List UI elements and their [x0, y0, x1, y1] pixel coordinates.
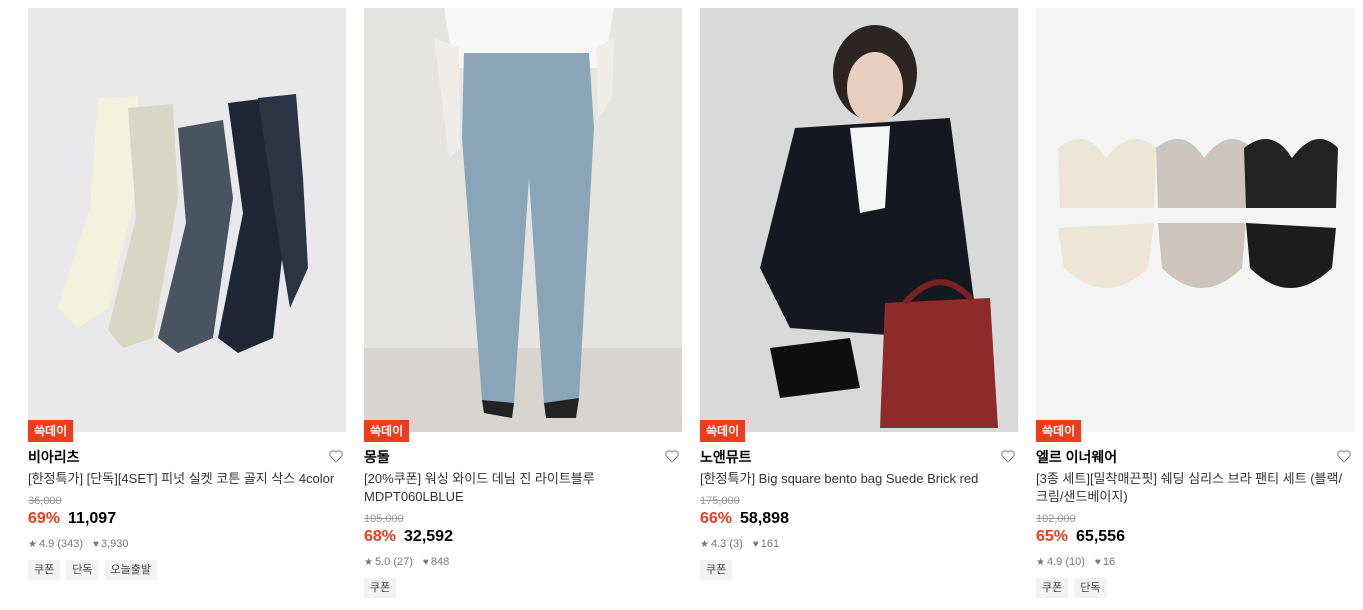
product-title[interactable]: [20%쿠폰] 워싱 와이드 데님 진 라이트블루 MDPT060LBLUE: [364, 470, 682, 506]
heart-outline-icon[interactable]: [328, 448, 344, 464]
product-card[interactable]: 쓱데이 몽돌 [20%쿠폰] 워싱 와이드 데님 진 라이트블루 MDPT060…: [364, 8, 682, 598]
heart-filled-icon: ♥: [752, 539, 759, 550]
product-card[interactable]: 쓱데이 노앤뮤트 [한정특가] Big square bento bag Sue…: [700, 8, 1018, 580]
product-card[interactable]: 쓱데이 엘르 이너웨어 [3종 세트][밀착매끈핏] 쉐딩 심리스 브라 팬티 …: [1036, 8, 1354, 598]
brand-name[interactable]: 엘르 이너웨어: [1036, 446, 1354, 468]
brand-name[interactable]: 몽돌: [364, 446, 682, 468]
tag: 오늘출발: [104, 560, 157, 580]
discount-rate: 66%: [700, 510, 733, 527]
tag-list: 쿠폰 단독 오늘출발: [28, 560, 346, 580]
tag: 쿠폰: [28, 560, 61, 580]
tag: 단독: [66, 560, 99, 580]
tag-list: 쿠폰: [700, 560, 1018, 580]
product-title[interactable]: [한정특가] [단독][4SET] 피넛 실켓 코튼 골지 삭스 4color: [28, 470, 346, 488]
heart-outline-icon[interactable]: [664, 448, 680, 464]
discount-rate: 69%: [28, 510, 61, 527]
product-title[interactable]: [3종 세트][밀착매끈핏] 쉐딩 심리스 브라 팬티 세트 (블랙/크림/샌드…: [1036, 470, 1354, 506]
bag-photo: [700, 8, 1018, 432]
sale-badge: 쓱데이: [1036, 420, 1082, 442]
original-price: 175,000: [700, 495, 740, 507]
original-price: 105,000: [364, 513, 404, 525]
discount-rate: 65%: [1036, 528, 1069, 545]
original-price: 102,000: [1036, 513, 1076, 525]
like-count: 16: [1102, 556, 1116, 568]
product-card[interactable]: 쓱데이 비아리츠 [한정특가] [단독][4SET] 피넛 실켓 코튼 골지 삭…: [28, 8, 346, 580]
like-count: 3,930: [100, 538, 129, 550]
socks-photo: [28, 8, 346, 432]
star-icon: ★: [1036, 557, 1045, 568]
brand-name[interactable]: 비아리츠: [28, 446, 346, 468]
rating: 4.3 (3): [710, 538, 743, 550]
heart-outline-icon[interactable]: [1000, 448, 1016, 464]
product-image[interactable]: [364, 8, 682, 432]
heart-filled-icon: ♥: [1094, 557, 1101, 568]
product-image[interactable]: [1036, 8, 1354, 432]
tag: 쿠폰: [1036, 578, 1069, 598]
jeans-photo: [364, 8, 682, 432]
tag: 쿠폰: [700, 560, 733, 580]
product-title[interactable]: [한정특가] Big square bento bag Suede Brick …: [700, 470, 1018, 488]
tag: 쿠폰: [364, 578, 397, 598]
star-icon: ★: [364, 557, 373, 568]
discount-rate: 68%: [364, 528, 397, 545]
brand-name[interactable]: 노앤뮤트: [700, 446, 1018, 468]
sale-badge: 쓱데이: [364, 420, 410, 442]
underwear-photo: [1036, 8, 1354, 432]
heart-filled-icon: ♥: [93, 539, 99, 550]
sale-badge: 쓱데이: [28, 420, 74, 442]
tag-list: 쿠폰: [364, 578, 682, 598]
review-meta: ★ 5.0 (27) ♥ 848: [364, 556, 682, 568]
sale-price: 11,097: [68, 510, 117, 527]
star-icon: ★: [28, 539, 37, 550]
sale-badge: 쓱데이: [700, 420, 746, 442]
review-meta: ★ 4.9 (10) ♥ 16: [1036, 556, 1354, 568]
tag: 단독: [1074, 578, 1107, 598]
original-price: 36,000: [28, 495, 62, 507]
rating: 5.0 (27): [374, 556, 413, 568]
like-count: 848: [430, 556, 450, 568]
review-meta: ★ 4.9 (343) ♥ 3,930: [28, 538, 346, 550]
review-meta: ★ 4.3 (3) ♥ 161: [700, 538, 1018, 550]
product-image[interactable]: [700, 8, 1018, 432]
rating: 4.9 (343): [38, 538, 83, 550]
heart-filled-icon: ♥: [422, 557, 429, 568]
like-count: 161: [760, 538, 780, 550]
tag-list: 쿠폰 단독: [1036, 578, 1354, 598]
sale-price: 58,898: [740, 510, 789, 527]
product-image[interactable]: [28, 8, 346, 432]
sale-price: 65,556: [1076, 528, 1125, 545]
heart-outline-icon[interactable]: [1336, 448, 1352, 464]
sale-price: 32,592: [404, 528, 453, 545]
product-grid: 쓱데이 비아리츠 [한정특가] [단독][4SET] 피넛 실켓 코튼 골지 삭…: [0, 0, 1363, 610]
star-icon: ★: [700, 539, 709, 550]
rating: 4.9 (10): [1046, 556, 1085, 568]
